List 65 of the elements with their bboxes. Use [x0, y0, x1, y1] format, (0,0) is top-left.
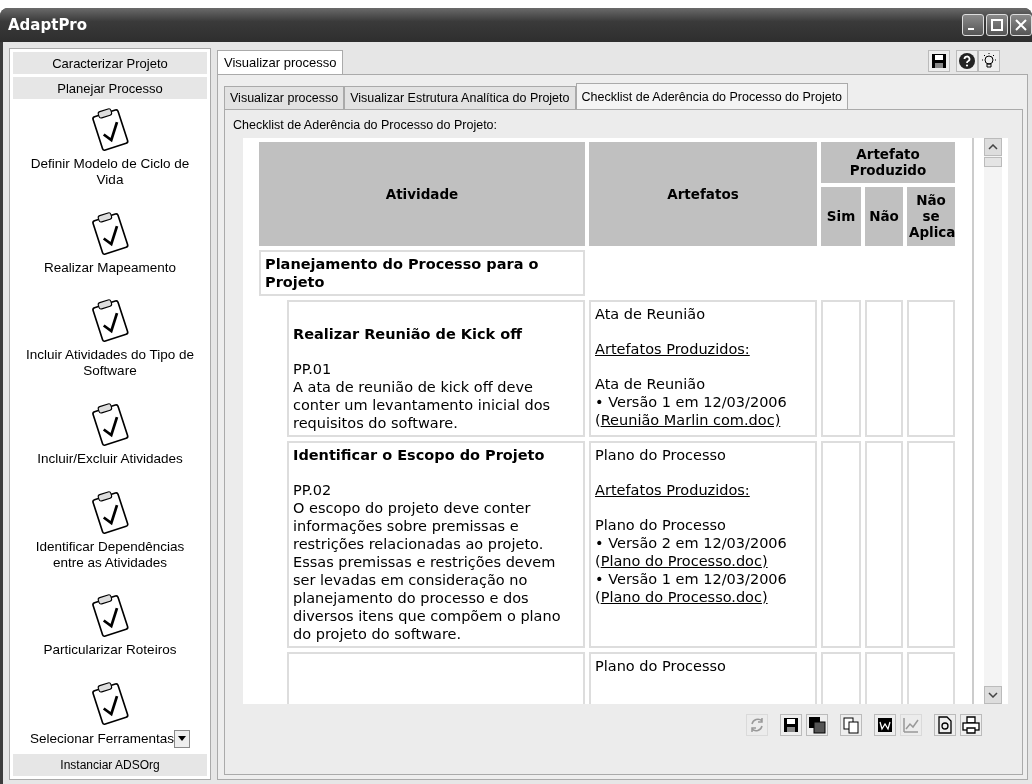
word-document-icon[interactable]: [874, 714, 896, 736]
activity-code: PP.02: [293, 481, 333, 499]
version-entry: • Versão 2 em 12/03/2006 (Plano do Processo.doc): [595, 534, 788, 570]
scroll-down-button[interactable]: [984, 686, 1002, 704]
tab[interactable]: Visualizar Estrutura Analítica do Projeto: [344, 86, 576, 109]
help-icon: [958, 52, 976, 70]
sidebar-item-label[interactable]: Incluir/Excluir Atividades: [37, 450, 183, 467]
document-link[interactable]: Plano do Processo.doc): [600, 589, 768, 605]
dropdown-button[interactable]: [174, 729, 191, 748]
produced-artifact-name: Ata de Reunião: [595, 375, 707, 393]
activity-description: A ata de reunião de kick off deve conter um levantamento inicial dos requisitos do software.: [293, 378, 552, 432]
sidebar-item-label[interactable]: Identificar Dependências entre as Atividades: [21, 538, 199, 571]
minimize-button[interactable]: [962, 14, 984, 36]
maximize-button[interactable]: [986, 14, 1008, 36]
sidebar-section-button[interactable]: Caracterizar Projeto: [13, 52, 207, 74]
sidebar-item-label[interactable]: Particularizar Roteiros: [43, 642, 177, 659]
activity-title: Identificar o Escopo do Projeto: [293, 446, 546, 464]
chevron-down-icon: [988, 692, 998, 698]
save-button[interactable]: [928, 50, 950, 72]
maximize-icon: [991, 19, 1003, 31]
column-header: Não: [865, 186, 903, 246]
produced-artifacts-link[interactable]: Artefatos Produzidos:: [595, 482, 750, 498]
artifact-name: Plano do Processo: [595, 657, 727, 675]
tab[interactable]: Visualizar processo: [217, 50, 344, 74]
activity-description: O escopo do projeto deve conter informações sobre premissas e restrições relacionadas ao projeto. Essas premissas e restrições devem ser levadas em consideração no planejamento do processo e dos diversos itens que compõem o plano do projeto do software.: [293, 499, 562, 643]
save-icon[interactable]: [780, 714, 802, 736]
column-header: Artefatos: [589, 142, 817, 246]
document-link[interactable]: Reunião Marlin com.doc): [600, 412, 781, 428]
activity-code: PP.01: [293, 360, 333, 378]
artifact-name: Plano do Processo: [595, 446, 727, 464]
activity-title: Realizar Reunião de Kick off: [293, 325, 524, 343]
artifact-name: Ata de Reunião: [595, 305, 707, 323]
sidebar-item-label[interactable]: Selecionar Ferramentas: [29, 730, 175, 747]
print-icon[interactable]: [960, 714, 982, 736]
close-icon: [1015, 19, 1027, 31]
tab[interactable]: Checklist de Aderência do Processo do Projeto: [575, 83, 849, 109]
close-button[interactable]: [1010, 14, 1032, 36]
scroll-thumb[interactable]: [984, 157, 1002, 167]
checklist-caption: Checklist de Aderência do Processo do Projeto:: [233, 118, 499, 132]
sidebar-section-button[interactable]: Planejar Processo: [13, 77, 207, 99]
help-button[interactable]: [956, 50, 978, 72]
lightbulb-button[interactable]: [978, 50, 1000, 72]
version-entry: • Versão 1 em 12/03/2006 (Reunião Marlin com.doc): [595, 393, 788, 429]
minimize-icon: [968, 28, 974, 30]
produced-artifact-name: Plano do Processo: [595, 516, 727, 534]
sidebar-item-label[interactable]: Realizar Mapeamento: [43, 259, 177, 276]
sidebar-section-button[interactable]: Instanciar ADSOrg: [13, 754, 207, 776]
sidebar-item-label[interactable]: Incluir Atividades do Tipo de Software: [21, 347, 199, 380]
tab[interactable]: Visualizar processo: [224, 86, 345, 109]
caret-icon: [178, 736, 187, 742]
column-header: Artefato Produzido: [821, 142, 956, 183]
document-link[interactable]: Plano do Processo.doc): [600, 553, 768, 569]
sidebar-item-label[interactable]: Definir Modelo de Ciclo de Vida: [21, 156, 199, 188]
column-header: Não se Aplica: [907, 186, 956, 246]
scroll-up-button[interactable]: [984, 138, 1002, 156]
column-header: Atividade: [259, 142, 585, 246]
window-title: AdaptPro: [8, 16, 88, 34]
copy-icon[interactable]: [840, 714, 862, 736]
produced-artifacts-link[interactable]: Artefatos Produzidos:: [595, 341, 750, 357]
group-cell: Planejamento do Processo para o Projeto: [259, 250, 585, 296]
save-all-icon[interactable]: [806, 714, 828, 736]
chevron-up-icon: [988, 144, 998, 150]
column-header: Sim: [821, 186, 861, 246]
print-preview-icon[interactable]: [934, 714, 956, 736]
version-entry: • Versão 1 em 12/03/2006 (Plano do Processo.doc): [595, 570, 788, 606]
